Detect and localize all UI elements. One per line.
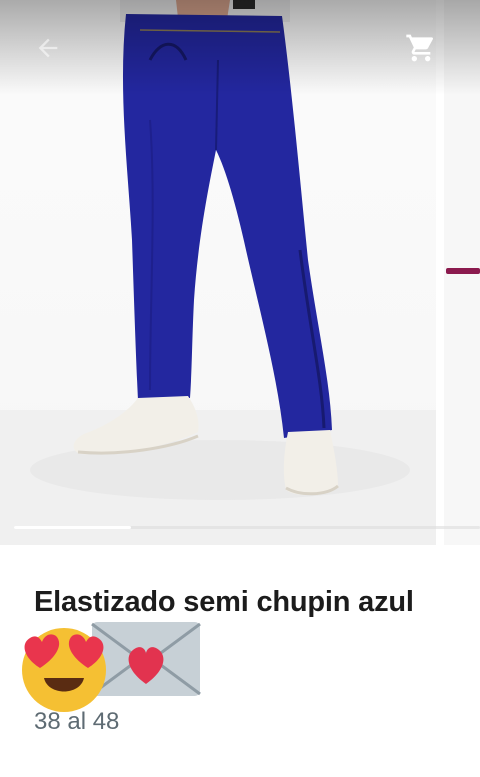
product-photo[interactable] [0, 0, 436, 545]
next-product-photo[interactable] [444, 0, 480, 545]
next-photo-accent [446, 268, 480, 274]
shopping-cart-icon [406, 34, 434, 62]
arrow-back-icon [38, 38, 58, 58]
back-button[interactable] [26, 28, 70, 68]
jeans-photo-illustration [0, 0, 436, 545]
product-image-gallery[interactable] [0, 0, 480, 545]
product-emoji-row [18, 620, 208, 712]
gallery-scroll-indicator [14, 526, 480, 529]
product-title: Elastizado semi chupin azul [34, 586, 414, 618]
available-sizes: 38 al 48 [34, 708, 120, 735]
cart-button[interactable] [398, 27, 444, 69]
heart-eyes-face-icon [22, 628, 106, 712]
gallery-scroll-thumb [14, 526, 131, 529]
